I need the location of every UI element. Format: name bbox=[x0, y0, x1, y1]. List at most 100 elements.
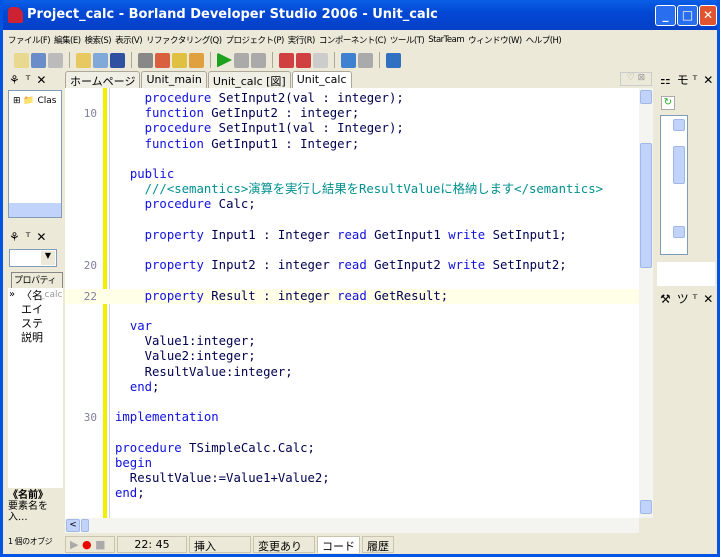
chevron-down-icon[interactable]: ▼ bbox=[41, 251, 55, 265]
close-icon[interactable]: ✕ bbox=[703, 73, 713, 87]
remove-file-icon[interactable] bbox=[189, 52, 204, 68]
add-file-icon[interactable] bbox=[172, 52, 187, 68]
macro-controls[interactable]: ▶ ● ■ bbox=[65, 535, 115, 553]
trace-into-icon[interactable] bbox=[279, 52, 294, 68]
property-name[interactable]: 説明 bbox=[21, 331, 43, 345]
minimize-button[interactable]: _ bbox=[655, 5, 676, 26]
menu-item[interactable]: 実行(R) bbox=[286, 34, 317, 46]
code-line[interactable]: function GetInput1 : Integer; bbox=[65, 137, 639, 152]
code-line[interactable]: 20 property Input2 : integer read GetInp… bbox=[65, 258, 639, 273]
scroll-down-icon[interactable] bbox=[673, 226, 685, 238]
new-icon[interactable] bbox=[14, 52, 29, 68]
step-over-icon[interactable] bbox=[296, 52, 311, 68]
maximize-button[interactable]: □ bbox=[677, 5, 698, 26]
code-line[interactable] bbox=[65, 152, 639, 167]
menu-item[interactable]: ヘルプ(H) bbox=[524, 34, 564, 46]
close-icon[interactable]: ✕ bbox=[36, 73, 46, 87]
tab-editor[interactable]: Unit_calc [図] bbox=[207, 71, 291, 89]
code-line[interactable]: procedure TSimpleCalc.Calc; bbox=[65, 441, 639, 456]
menu-item[interactable]: ウィンドウ(W) bbox=[466, 34, 524, 46]
code-line[interactable] bbox=[65, 425, 639, 440]
scroll-left-icon[interactable]: < bbox=[66, 519, 80, 532]
menu-item[interactable]: StarTeam bbox=[426, 35, 466, 45]
tree-item[interactable]: ⊞ 📁 Clas bbox=[13, 96, 56, 106]
remove-icon[interactable] bbox=[48, 52, 63, 68]
property-name[interactable]: エイ bbox=[21, 303, 43, 317]
code-line[interactable]: 30 implementation bbox=[65, 410, 639, 425]
code-line[interactable]: var bbox=[65, 319, 639, 334]
scroll-down-icon[interactable] bbox=[640, 500, 652, 514]
tab-code[interactable]: コード bbox=[317, 535, 360, 553]
code-line[interactable] bbox=[65, 273, 639, 288]
new-item-icon[interactable] bbox=[76, 52, 91, 68]
tab-nav-icons[interactable]: ♡ ⊠ bbox=[620, 72, 652, 86]
code-line[interactable] bbox=[65, 395, 639, 410]
object-selector[interactable]: ▼ bbox=[9, 249, 57, 267]
property-name[interactable]: ステ bbox=[21, 317, 43, 331]
code-line[interactable]: ///<semantics>演算を実行し結果をResultValueに格納します… bbox=[65, 182, 639, 197]
pin-icon[interactable]: ツ ᵀ bbox=[677, 290, 697, 307]
horizontal-scrollbar[interactable]: < bbox=[65, 518, 639, 533]
code-line[interactable]: procedure SetInput1(val : Integer); bbox=[65, 121, 639, 136]
close-icon[interactable]: ✕ bbox=[703, 292, 713, 306]
code-line[interactable]: ResultValue:=Value1+Value2; bbox=[65, 471, 639, 486]
run-until-return-icon[interactable] bbox=[313, 52, 328, 68]
tab-editor[interactable]: Unit_main bbox=[141, 71, 207, 89]
property-value[interactable]: _calc bbox=[40, 290, 62, 300]
scroll-up-icon[interactable] bbox=[673, 119, 685, 131]
code-line[interactable]: end; bbox=[65, 486, 639, 501]
run-icon[interactable] bbox=[217, 52, 232, 68]
code-line[interactable]: end; bbox=[65, 380, 639, 395]
pause-icon[interactable] bbox=[234, 52, 249, 68]
save-all-icon[interactable] bbox=[138, 52, 153, 68]
code-line[interactable]: procedure SetInput2(val : integer); bbox=[65, 91, 639, 106]
code-line[interactable]: ResultValue:integer; bbox=[65, 365, 639, 380]
pin-icon[interactable]: ᵀ bbox=[26, 73, 31, 87]
code-text: function GetInput2 : integer; bbox=[115, 106, 360, 121]
scroll-thumb[interactable] bbox=[673, 146, 685, 184]
close-button[interactable]: ✕ bbox=[699, 5, 717, 26]
tab-editor[interactable]: ホームページ bbox=[65, 71, 141, 89]
windows-icon[interactable] bbox=[31, 52, 46, 68]
help-book-icon[interactable] bbox=[386, 52, 401, 68]
code-line[interactable] bbox=[65, 213, 639, 228]
structure-hscroll[interactable] bbox=[9, 203, 61, 217]
close-icon[interactable]: ✕ bbox=[36, 230, 46, 244]
menu-item[interactable]: 表示(V) bbox=[113, 34, 144, 46]
expand-icon[interactable]: » bbox=[9, 289, 15, 300]
code-line[interactable]: property Input1 : Integer read GetInput1… bbox=[65, 228, 639, 243]
code-line[interactable]: Value1:integer; bbox=[65, 334, 639, 349]
code-line[interactable]: procedure Calc; bbox=[65, 197, 639, 212]
back-icon[interactable] bbox=[341, 52, 356, 68]
menu-item[interactable]: ツール(T) bbox=[388, 34, 426, 46]
open-project-icon[interactable] bbox=[155, 52, 170, 68]
code-line[interactable] bbox=[65, 304, 639, 319]
vertical-scrollbar[interactable] bbox=[639, 88, 653, 518]
tab-history[interactable]: 履歴 bbox=[362, 535, 394, 553]
open-icon[interactable] bbox=[93, 52, 108, 68]
refresh-icon[interactable]: ↻ bbox=[661, 96, 675, 110]
code-line[interactable]: Value2:integer; bbox=[65, 349, 639, 364]
forward-icon[interactable] bbox=[358, 52, 373, 68]
tab-properties[interactable]: プロパティ bbox=[11, 272, 63, 288]
code-line[interactable]: 10 function GetInput2 : integer; bbox=[65, 106, 639, 121]
menu-item[interactable]: 検索(S) bbox=[83, 34, 114, 46]
save-icon[interactable] bbox=[110, 52, 125, 68]
code-line[interactable] bbox=[65, 243, 639, 258]
hscroll-thumb[interactable] bbox=[81, 519, 89, 532]
pin-icon[interactable]: ᵀ bbox=[26, 230, 31, 244]
pin-icon[interactable]: モ ᵀ bbox=[677, 71, 697, 88]
code-line[interactable] bbox=[65, 501, 639, 516]
scroll-up-icon[interactable] bbox=[640, 90, 652, 104]
code-line[interactable]: begin bbox=[65, 456, 639, 471]
code-line[interactable]: public bbox=[65, 167, 639, 182]
menu-item[interactable]: プロジェクト(P) bbox=[224, 34, 286, 46]
menu-item[interactable]: 編集(E) bbox=[52, 34, 83, 46]
code-line[interactable]: 22 property Result : integer read GetRes… bbox=[65, 288, 639, 304]
menu-item[interactable]: コンポーネント(C) bbox=[317, 34, 388, 46]
menu-item[interactable]: リファクタリング(Q) bbox=[144, 34, 223, 46]
scroll-thumb[interactable] bbox=[640, 143, 652, 268]
menu-item[interactable]: ファイル(F) bbox=[6, 34, 52, 46]
stop-icon[interactable] bbox=[251, 52, 266, 68]
code-editor[interactable]: procedure SetInput2(val : integer); 10 fu… bbox=[65, 88, 639, 518]
